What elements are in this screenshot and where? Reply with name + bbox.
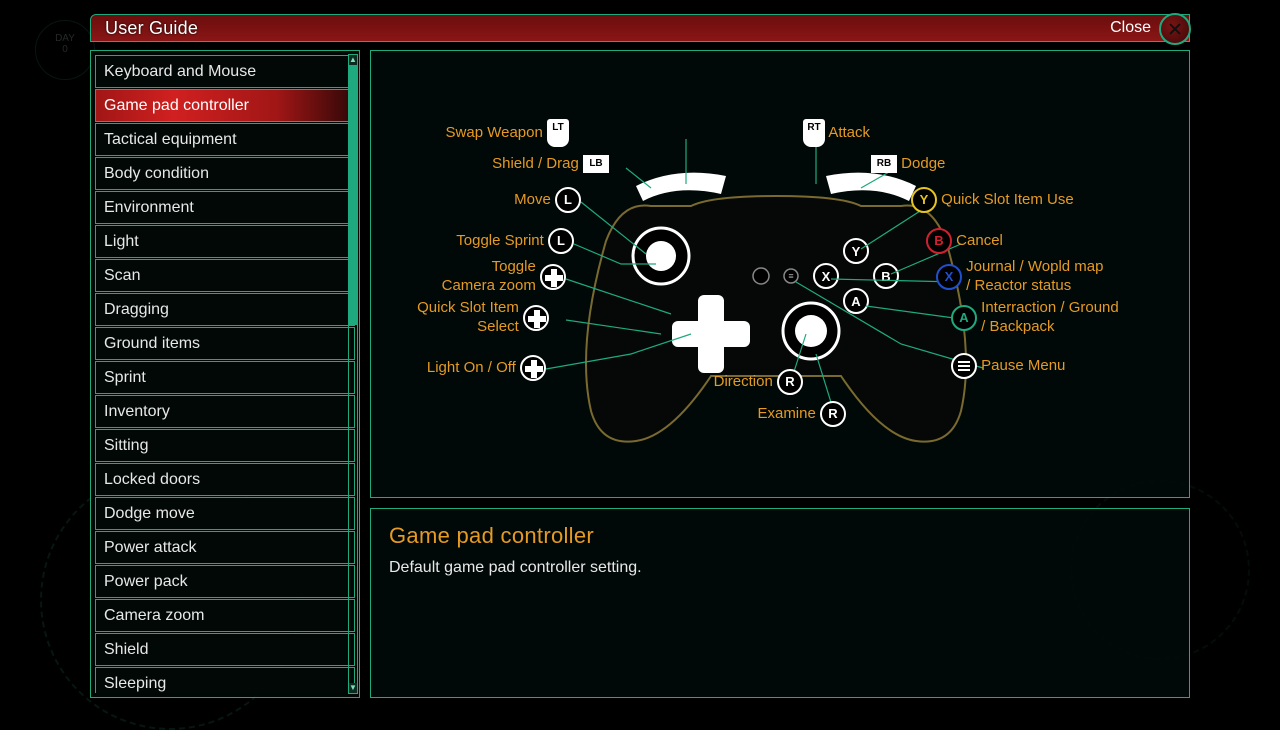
sidebar-item-dodge-move[interactable]: Dodge move [95,497,355,530]
b-button-icon: B [926,228,952,254]
label-camera-zoom: Toggle Camera zoom [442,258,566,296]
sidebar-item-inventory[interactable]: Inventory [95,395,355,428]
left-stick-click-icon: L [548,228,574,254]
sidebar-item-ground-items[interactable]: Ground items [95,327,355,360]
menu-button-icon [951,353,977,379]
sidebar-item-power-pack[interactable]: Power pack [95,565,355,598]
sidebar-item-light[interactable]: Light [95,225,355,258]
sidebar-item-dragging[interactable]: Dragging [95,293,355,326]
close-icon[interactable] [1159,13,1191,45]
right-stick-icon: R [777,369,803,395]
svg-text:B: B [881,269,890,284]
description-title: Game pad controller [389,523,1171,549]
sidebar-item-environment[interactable]: Environment [95,191,355,224]
label-direction: Direction R [714,369,803,395]
sidebar-item-sleeping[interactable]: Sleeping [95,667,355,693]
sidebar-item-body-condition[interactable]: Body condition [95,157,355,190]
sidebar-item-keyboard-and-mouse[interactable]: Keyboard and Mouse [95,55,355,88]
left-stick-icon: L [555,187,581,213]
label-interact: A Interraction / Ground / Backpack [951,299,1119,337]
description-panel: Game pad controller Default game pad con… [370,508,1190,698]
label-examine: Examine R [757,401,846,427]
day-indicator: DAY0 [35,20,95,80]
label-dodge: RB Dodge [871,155,945,174]
label-toggle-sprint: Toggle Sprint L [456,228,574,254]
label-cancel: B Cancel [926,228,1003,254]
sidebar-item-locked-doors[interactable]: Locked doors [95,463,355,496]
label-attack: RT Attack [803,119,870,147]
user-guide-window: User Guide Close Keyboard and MouseGame … [90,14,1190,702]
dpad-lr-icon [523,305,549,331]
label-swap-weapon: Swap Weapon LT [446,119,569,147]
rt-trigger-icon: RT [803,119,825,147]
scroll-thumb[interactable] [349,65,357,325]
titlebar: User Guide Close [90,14,1190,42]
sidebar-item-tactical-equipment[interactable]: Tactical equipment [95,123,355,156]
right-stick-click-icon: R [820,401,846,427]
dpad-up-icon [540,264,566,290]
label-shield-drag: Shield / Drag LB [492,155,609,174]
svg-text:A: A [851,294,861,309]
rb-bumper-icon: RB [871,155,897,173]
sidebar-item-power-attack[interactable]: Power attack [95,531,355,564]
sidebar-item-camera-zoom[interactable]: Camera zoom [95,599,355,632]
lb-bumper-icon: LB [583,155,609,173]
scroll-down-icon[interactable]: ▼ [349,683,357,693]
label-pause: Pause Menu [951,353,1065,379]
label-quick-slot-use: Y Quick Slot Item Use [911,187,1074,213]
sidebar-item-scan[interactable]: Scan [95,259,355,292]
svg-text:Y: Y [852,244,861,259]
sidebar-item-sprint[interactable]: Sprint [95,361,355,394]
label-move: Move L [514,187,581,213]
topic-sidebar: Keyboard and MouseGame pad controllerTac… [90,50,360,698]
sidebar-item-shield[interactable]: Shield [95,633,355,666]
window-title: User Guide [105,18,198,39]
sidebar-item-sitting[interactable]: Sitting [95,429,355,462]
close-button[interactable]: Close [1110,19,1151,37]
x-button-icon: X [936,264,962,290]
label-light: Light On / Off [427,355,546,381]
lt-trigger-icon: LT [547,119,569,147]
sidebar-item-game-pad-controller[interactable]: Game pad controller [95,89,355,122]
description-text: Default game pad controller setting. [389,559,1171,577]
y-button-icon: Y [911,187,937,213]
svg-text:X: X [822,269,831,284]
controller-diagram: Y B X A ≡ [370,50,1190,498]
svg-text:≡: ≡ [788,271,793,281]
label-quick-slot-select: Quick Slot Item Select [417,299,549,337]
dpad-down-icon [520,355,546,381]
sidebar-scrollbar[interactable]: ▲ ▼ [348,54,358,694]
label-journal: X Journal / Wopld map / Reactor status [936,258,1103,296]
scroll-up-icon[interactable]: ▲ [349,55,357,65]
a-button-icon: A [951,305,977,331]
